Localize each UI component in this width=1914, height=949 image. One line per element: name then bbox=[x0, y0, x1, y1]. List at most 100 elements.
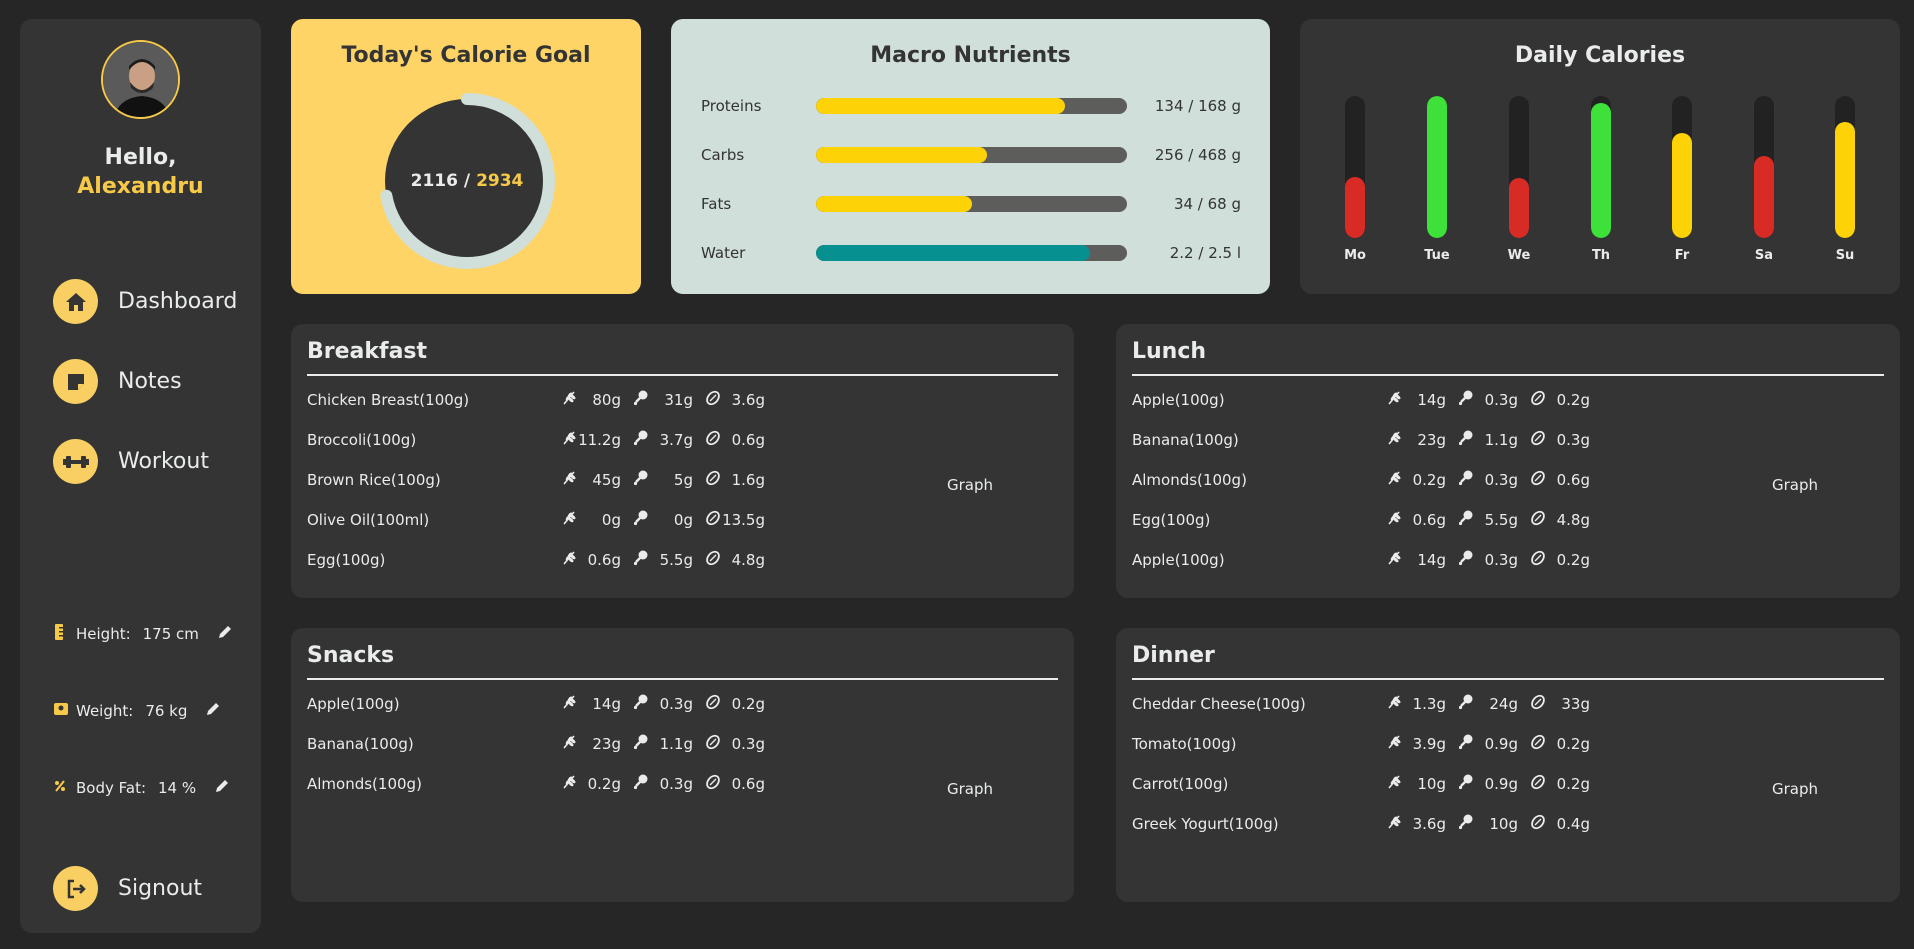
day-label: Su bbox=[1835, 248, 1855, 263]
protein-value: 0.3g bbox=[659, 775, 693, 793]
protein-value: 10g bbox=[1489, 815, 1518, 833]
fat-value: 4.8g bbox=[731, 551, 765, 569]
fat-icon bbox=[1530, 430, 1546, 450]
stat-body-fat: Body Fat: 14 % bbox=[54, 778, 230, 798]
graph-button[interactable]: Graph bbox=[1772, 780, 1818, 798]
fat-icon bbox=[705, 510, 721, 530]
macro-name: Carbs bbox=[701, 146, 745, 164]
day-column-we: We bbox=[1499, 96, 1539, 263]
meal-title: Breakfast bbox=[307, 339, 428, 364]
pencil-icon[interactable] bbox=[205, 701, 221, 721]
food-row: Greek Yogurt(100g) 3.6g 10g 0.4g bbox=[1132, 812, 1602, 836]
protein-value: 31g bbox=[664, 391, 693, 409]
nav-label: Notes bbox=[118, 369, 182, 394]
protein-value: 24g bbox=[1489, 695, 1518, 713]
food-row: Tomato(100g) 3.9g 0.9g 0.2g bbox=[1132, 732, 1602, 756]
scale-icon bbox=[54, 702, 76, 720]
carbs-value: 23g bbox=[1417, 431, 1446, 449]
fat-value: 0.6g bbox=[731, 775, 765, 793]
fat-icon bbox=[1530, 390, 1546, 410]
day-bar-fill bbox=[1754, 155, 1774, 238]
day-column-su: Su bbox=[1825, 96, 1865, 263]
fat-value: 0.6g bbox=[731, 431, 765, 449]
carbs-value: 80g bbox=[592, 391, 621, 409]
carbs-icon bbox=[1386, 510, 1402, 530]
stat-label: Weight: bbox=[76, 702, 134, 720]
stat-label: Height: bbox=[76, 625, 131, 643]
nav-workout[interactable]: Workout bbox=[53, 439, 209, 484]
fat-value: 33g bbox=[1561, 695, 1590, 713]
calorie-readout: 2116 / 2934 bbox=[377, 91, 557, 271]
calorie-current: 2116 / bbox=[410, 171, 471, 191]
food-name: Almonds(100g) bbox=[307, 775, 422, 793]
food-name: Greek Yogurt(100g) bbox=[1132, 815, 1279, 833]
signout-button[interactable]: Signout bbox=[53, 866, 202, 911]
day-bar-fill bbox=[1509, 178, 1529, 238]
food-row: Almonds(100g) 0.2g 0.3g 0.6g bbox=[307, 772, 777, 796]
fat-value: 0.4g bbox=[1556, 815, 1590, 833]
graph-button[interactable]: Graph bbox=[1772, 476, 1818, 494]
macro-bar-fill bbox=[816, 245, 1090, 261]
fat-value: 0.3g bbox=[731, 735, 765, 753]
food-name: Apple(100g) bbox=[1132, 551, 1225, 569]
fat-icon bbox=[1530, 510, 1546, 530]
food-row: Olive Oil(100ml) 0g 0g 13.5g bbox=[307, 508, 777, 532]
nav-label: Dashboard bbox=[118, 289, 238, 314]
carbs-value: 0.2g bbox=[1412, 471, 1446, 489]
day-label: Mo bbox=[1344, 248, 1366, 263]
nav-notes[interactable]: Notes bbox=[53, 359, 182, 404]
carbs-value: 11.2g bbox=[578, 431, 621, 449]
protein-value: 5g bbox=[673, 471, 693, 489]
stat-height: Height: 175 cm bbox=[54, 624, 233, 644]
day-column-th: Th bbox=[1581, 96, 1621, 263]
food-name: Almonds(100g) bbox=[1132, 471, 1247, 489]
snacks-card: Snacks Apple(100g) 14g 0.3g 0.2g Banana(100g)… bbox=[291, 628, 1074, 902]
protein-value: 1.1g bbox=[659, 735, 693, 753]
calorie-target: 2934 bbox=[476, 171, 524, 191]
graph-button[interactable]: Graph bbox=[947, 780, 993, 798]
day-bar-fill bbox=[1835, 121, 1855, 238]
carbs-icon bbox=[561, 694, 577, 714]
protein-icon bbox=[633, 550, 649, 570]
food-row: Apple(100g) 14g 0.3g 0.2g bbox=[307, 692, 777, 716]
protein-icon bbox=[1458, 390, 1474, 410]
macro-value: 134 / 168 g bbox=[1154, 97, 1241, 115]
fat-icon bbox=[1530, 470, 1546, 490]
meal-divider bbox=[307, 374, 1058, 376]
carbs-icon bbox=[561, 510, 577, 530]
meal-divider bbox=[1132, 678, 1884, 680]
macro-nutrients-title: Macro Nutrients bbox=[870, 43, 1071, 68]
day-bar-track bbox=[1509, 96, 1529, 238]
day-bar-track bbox=[1345, 96, 1365, 238]
food-row: Chicken Breast(100g) 80g 31g 3.6g bbox=[307, 388, 777, 412]
fat-value: 0.2g bbox=[731, 695, 765, 713]
meal-title: Lunch bbox=[1132, 339, 1207, 364]
carbs-value: 0.6g bbox=[587, 551, 621, 569]
food-name: Egg(100g) bbox=[1132, 511, 1211, 529]
fat-icon bbox=[1530, 814, 1546, 834]
note-icon bbox=[53, 359, 98, 404]
carbs-icon bbox=[561, 734, 577, 754]
food-row: Broccoli(100g) 11.2g 3.7g 0.6g bbox=[307, 428, 777, 452]
graph-button[interactable]: Graph bbox=[947, 476, 993, 494]
avatar bbox=[101, 40, 180, 119]
food-name: Egg(100g) bbox=[307, 551, 386, 569]
food-name: Apple(100g) bbox=[1132, 391, 1225, 409]
carbs-icon bbox=[1386, 734, 1402, 754]
carbs-icon bbox=[1386, 470, 1402, 490]
macro-bar-track bbox=[816, 196, 1127, 212]
carbs-icon bbox=[1386, 694, 1402, 714]
fat-value: 3.6g bbox=[731, 391, 765, 409]
pencil-icon[interactable] bbox=[214, 778, 230, 798]
food-row: Brown Rice(100g) 45g 5g 1.6g bbox=[307, 468, 777, 492]
pencil-icon[interactable] bbox=[217, 624, 233, 644]
fat-icon bbox=[705, 390, 721, 410]
carbs-value: 23g bbox=[592, 735, 621, 753]
macro-row-fats: Fats 34 / 68 g bbox=[701, 194, 1241, 214]
signout-icon bbox=[53, 866, 98, 911]
macro-bar-fill bbox=[816, 98, 1065, 114]
day-label: Sa bbox=[1754, 248, 1774, 263]
nav-dashboard[interactable]: Dashboard bbox=[53, 279, 237, 324]
macro-value: 256 / 468 g bbox=[1154, 146, 1241, 164]
day-bar-track bbox=[1427, 96, 1447, 238]
